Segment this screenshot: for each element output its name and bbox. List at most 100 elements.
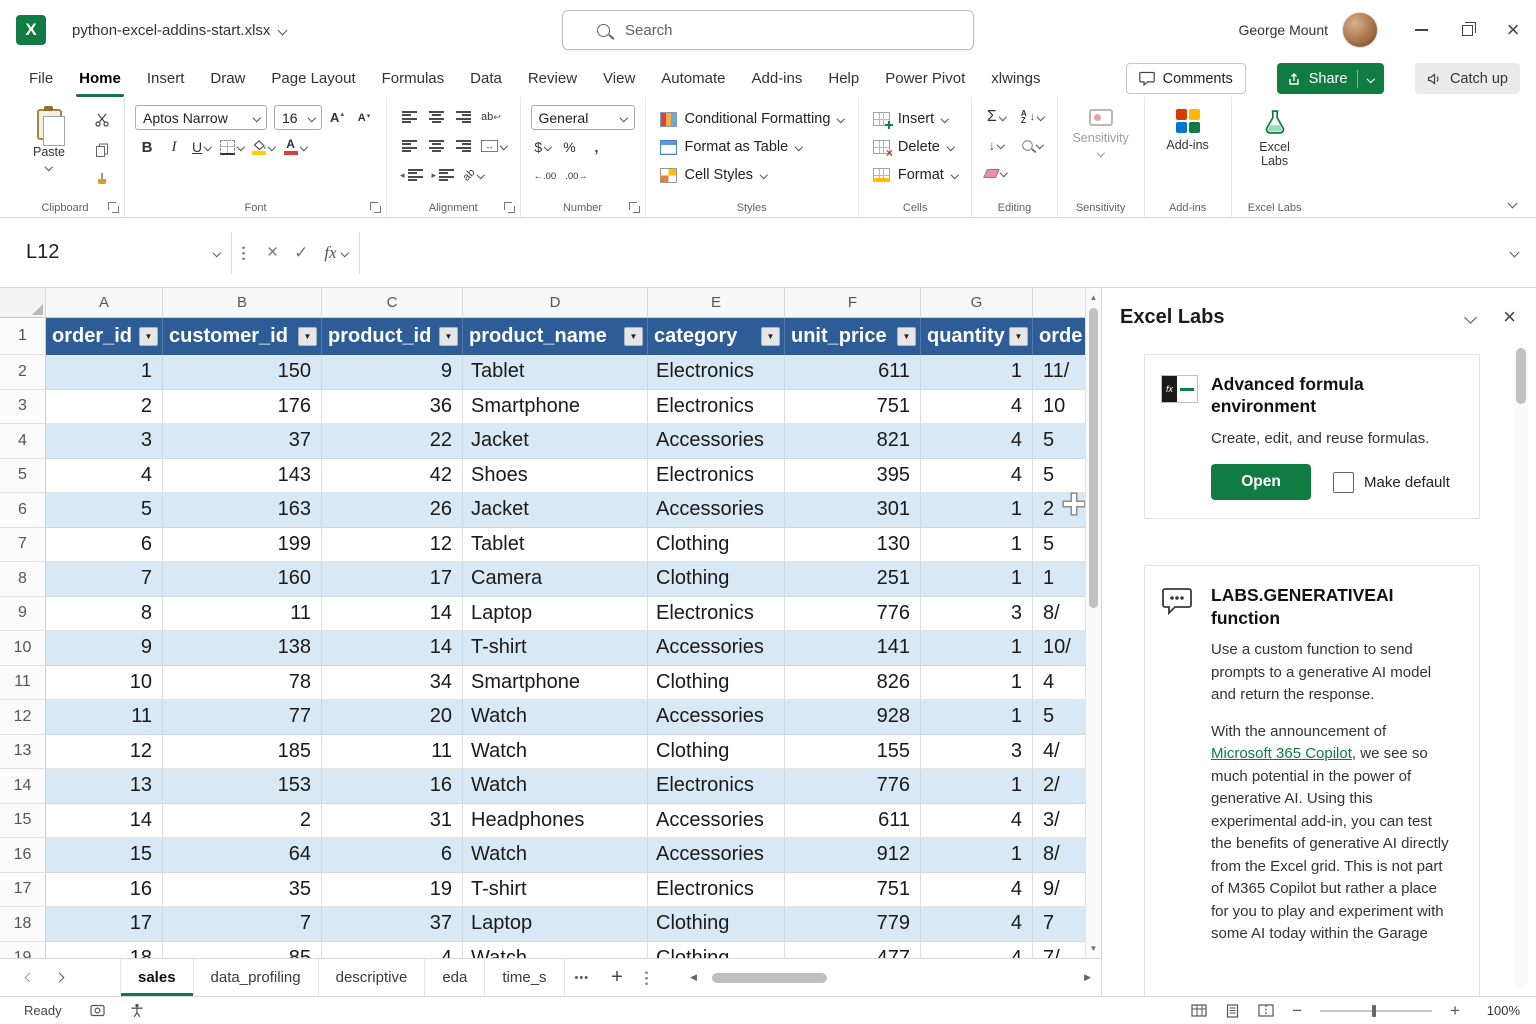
user-avatar[interactable] (1342, 12, 1378, 48)
orientation-button[interactable]: ab (460, 163, 487, 187)
cell-H8[interactable]: 1 (1033, 562, 1085, 597)
page-layout-view-icon[interactable] (1225, 1004, 1240, 1018)
cell-H14[interactable]: 2/ (1033, 769, 1085, 804)
sheet-nav-right[interactable] (44, 959, 74, 996)
cell-A5[interactable]: 4 (46, 459, 163, 494)
cell-A9[interactable]: 8 (46, 597, 163, 632)
table-header-product_id[interactable]: product_id▼ (322, 318, 463, 355)
row-header-2[interactable]: 2 (0, 355, 46, 390)
ribbon-tab-automate[interactable]: Automate (648, 60, 738, 97)
row-header-12[interactable]: 12 (0, 700, 46, 735)
cell-B6[interactable]: 163 (163, 493, 322, 528)
cut-button[interactable] (90, 108, 114, 132)
sensitivity-button[interactable]: Sensitivity (1068, 105, 1134, 156)
name-box[interactable]: L12 (14, 232, 232, 274)
cell-B9[interactable]: 11 (163, 597, 322, 632)
cell-D7[interactable]: Tablet (463, 528, 648, 563)
vertical-scrollbar-thumb[interactable] (1089, 308, 1098, 608)
ribbon-tab-view[interactable]: View (590, 60, 648, 97)
cell-B7[interactable]: 199 (163, 528, 322, 563)
cell-A19[interactable]: 18 (46, 942, 163, 959)
cell-D17[interactable]: T-shirt (463, 873, 648, 908)
cell-C4[interactable]: 22 (322, 424, 463, 459)
table-header-category[interactable]: category▼ (648, 318, 785, 355)
font-size-select[interactable]: 16 (274, 105, 322, 130)
cell-B15[interactable]: 2 (163, 804, 322, 839)
row-header-14[interactable]: 14 (0, 769, 46, 804)
conditional-formatting-button[interactable]: Conditional Formatting (656, 105, 848, 133)
scroll-left-icon[interactable]: ◀ (690, 972, 697, 983)
cell-B19[interactable]: 85 (163, 942, 322, 959)
row-header-4[interactable]: 4 (0, 424, 46, 459)
cell-B5[interactable]: 143 (163, 459, 322, 494)
cell-H10[interactable]: 10/ (1033, 631, 1085, 666)
cell-C8[interactable]: 17 (322, 562, 463, 597)
ribbon-tab-add-ins[interactable]: Add-ins (739, 60, 816, 97)
cell-B12[interactable]: 77 (163, 700, 322, 735)
row-header-17[interactable]: 17 (0, 873, 46, 908)
cell-E10[interactable]: Accessories (648, 631, 785, 666)
format-as-table-button[interactable]: Format as Table (656, 133, 848, 161)
cell-A16[interactable]: 15 (46, 838, 163, 873)
cell-F10[interactable]: 141 (785, 631, 921, 666)
close-button[interactable]: × (1490, 0, 1536, 60)
cell-E12[interactable]: Accessories (648, 700, 785, 735)
cell-H17[interactable]: 9/ (1033, 873, 1085, 908)
zoom-in-button[interactable]: + (1450, 1001, 1460, 1021)
sheet-tab-data_profiling[interactable]: data_profiling (194, 959, 319, 996)
macro-record-icon[interactable] (90, 1004, 106, 1018)
share-button[interactable]: Share (1277, 63, 1384, 94)
ribbon-tab-draw[interactable]: Draw (197, 60, 258, 97)
cell-G18[interactable]: 4 (921, 907, 1033, 942)
column-header-F[interactable]: F (785, 288, 921, 318)
cell-E6[interactable]: Accessories (648, 493, 785, 528)
column-header-A[interactable]: A (46, 288, 163, 318)
cell-H6[interactable]: 2 (1033, 493, 1085, 528)
cell-H11[interactable]: 4 (1033, 666, 1085, 701)
column-header-H[interactable]: H (1033, 288, 1085, 318)
row-header-1[interactable]: 1 (0, 318, 46, 355)
table-header-order_id[interactable]: order_id▼ (46, 318, 163, 355)
horizontal-scrollbar[interactable]: ◀ ▶ (690, 959, 1091, 996)
column-header-D[interactable]: D (463, 288, 648, 318)
table-header-customer_id[interactable]: customer_id▼ (163, 318, 322, 355)
minimize-button[interactable] (1398, 0, 1444, 60)
cell-G7[interactable]: 1 (921, 528, 1033, 563)
confirm-entry-icon[interactable]: ✓ (294, 243, 308, 263)
cell-G13[interactable]: 3 (921, 735, 1033, 770)
cell-E14[interactable]: Electronics (648, 769, 785, 804)
cell-A11[interactable]: 10 (46, 666, 163, 701)
cell-G12[interactable]: 1 (921, 700, 1033, 735)
cell-D8[interactable]: Camera (463, 562, 648, 597)
decrease-indent-button[interactable]: ◂ (397, 163, 426, 187)
sheet-nav-left[interactable] (14, 959, 44, 996)
filter-button[interactable]: ▼ (1009, 327, 1028, 346)
cell-B18[interactable]: 7 (163, 907, 322, 942)
table-header-orde[interactable]: orde▼ (1033, 318, 1085, 355)
pane-collapse-icon[interactable] (1464, 311, 1477, 324)
cell-H4[interactable]: 5 (1033, 424, 1085, 459)
autosum-button[interactable]: Σ (982, 105, 1010, 129)
cell-H7[interactable]: 5 (1033, 528, 1085, 563)
cell-C17[interactable]: 19 (322, 873, 463, 908)
cell-H18[interactable]: 7 (1033, 907, 1085, 942)
zoom-slider[interactable] (1320, 1004, 1432, 1018)
cell-A12[interactable]: 11 (46, 700, 163, 735)
font-name-select[interactable]: Aptos Narrow (135, 105, 267, 130)
sheet-tab-descriptive[interactable]: descriptive (319, 959, 426, 996)
align-middle-button[interactable] (424, 105, 448, 129)
make-default-checkbox[interactable] (1333, 472, 1354, 493)
cell-E2[interactable]: Electronics (648, 355, 785, 390)
cell-G4[interactable]: 4 (921, 424, 1033, 459)
scroll-up-icon[interactable]: ▲ (1086, 293, 1101, 302)
cell-E19[interactable]: Clothing (648, 942, 785, 959)
cell-A10[interactable]: 9 (46, 631, 163, 666)
cell-F13[interactable]: 155 (785, 735, 921, 770)
cell-F6[interactable]: 301 (785, 493, 921, 528)
open-button[interactable]: Open (1211, 464, 1311, 500)
horizontal-scrollbar-track[interactable] (704, 972, 1077, 984)
ribbon-tab-help[interactable]: Help (815, 60, 872, 97)
cell-A15[interactable]: 14 (46, 804, 163, 839)
cell-D15[interactable]: Headphones (463, 804, 648, 839)
cell-H15[interactable]: 3/ (1033, 804, 1085, 839)
